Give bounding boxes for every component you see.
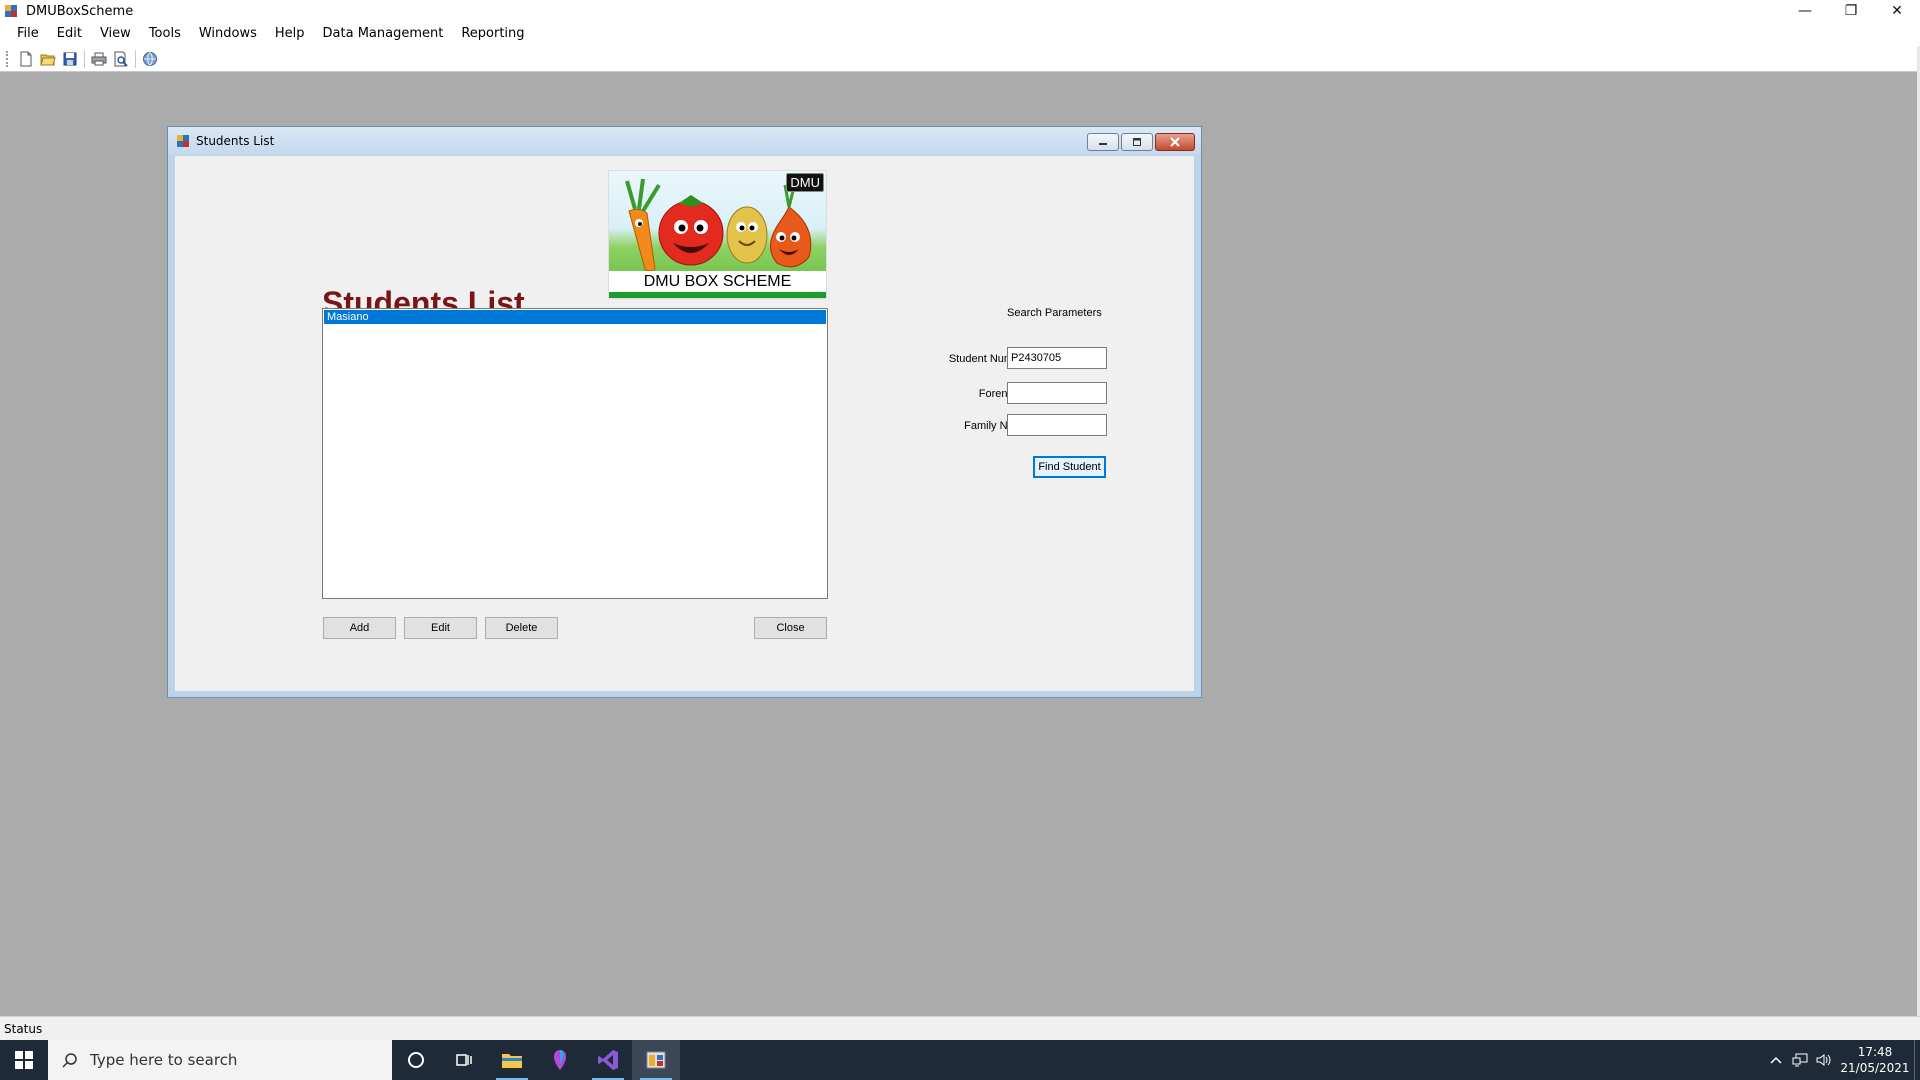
child-minimize-button[interactable] (1087, 133, 1119, 151)
family-name-field[interactable] (1007, 414, 1107, 436)
student-number-field[interactable]: P2430705 (1007, 347, 1107, 369)
search-parameters-heading: Search Parameters (1007, 307, 1102, 319)
status-text: Status (4, 1021, 43, 1036)
menu-reporting[interactable]: Reporting (452, 22, 533, 46)
toolbar-grip[interactable] (6, 50, 9, 67)
menu-edit[interactable]: Edit (48, 22, 91, 46)
close-icon (1170, 137, 1180, 147)
open-icon[interactable] (37, 48, 59, 70)
windows-logo-icon (15, 1051, 33, 1069)
form-icon (176, 134, 190, 148)
app-title: DMUBoxScheme (26, 3, 134, 19)
toolbar (0, 46, 1920, 72)
new-icon[interactable] (15, 48, 37, 70)
menu-file[interactable]: File (8, 22, 48, 46)
print-preview-icon[interactable] (110, 48, 132, 70)
edit-button[interactable]: Edit (404, 617, 477, 639)
show-desktop-button[interactable] (1914, 1040, 1920, 1080)
form-client-area: DMU DMU BOX SCHEME Students List Masiano… (175, 156, 1194, 691)
add-button[interactable]: Add (323, 617, 396, 639)
delete-button[interactable]: Delete (485, 617, 558, 639)
menu-tools[interactable]: Tools (140, 22, 190, 46)
help-icon[interactable] (139, 48, 161, 70)
child-close-button[interactable] (1155, 133, 1195, 151)
windows-taskbar: Type here to search 17:48 21/05/2021 (0, 1040, 1920, 1080)
close-form-button[interactable]: Close (754, 617, 827, 639)
clock-date: 21/05/2021 (1840, 1061, 1910, 1075)
minimize-icon (1099, 143, 1107, 145)
search-placeholder: Type here to search (90, 1051, 238, 1069)
app-title-bar: DMUBoxScheme — ❐ ✕ (0, 0, 1920, 22)
status-bar: Status (0, 1016, 1920, 1040)
system-tray: 17:48 21/05/2021 (1764, 1040, 1920, 1080)
forename-field[interactable] (1007, 382, 1107, 404)
chevron-up-icon[interactable] (1764, 1040, 1788, 1080)
logo-green-stripe (609, 292, 826, 298)
start-button[interactable] (0, 1040, 48, 1080)
maximize-icon (1133, 138, 1141, 146)
child-title-bar[interactable]: Students List (168, 127, 1201, 155)
students-listbox[interactable]: Masiano (322, 308, 828, 599)
dmu-badge: DMU (786, 173, 824, 192)
menu-help[interactable]: Help (266, 22, 314, 46)
volume-icon[interactable] (1812, 1040, 1836, 1080)
minimize-button[interactable]: — (1782, 0, 1828, 22)
toolbar-separator (135, 49, 136, 68)
task-view-icon[interactable] (440, 1040, 488, 1080)
child-maximize-button[interactable] (1121, 133, 1153, 151)
restore-button[interactable]: ❐ (1828, 0, 1874, 22)
clock-time: 17:48 (1857, 1045, 1893, 1059)
menu-view[interactable]: View (91, 22, 140, 46)
network-icon[interactable] (1788, 1040, 1812, 1080)
find-student-button[interactable]: Find Student (1033, 456, 1106, 478)
close-button[interactable]: ✕ (1874, 0, 1920, 22)
menu-bar: File Edit View Tools Windows Help Data M… (0, 22, 1920, 46)
paint-3d-icon[interactable] (536, 1040, 584, 1080)
save-icon[interactable] (59, 48, 81, 70)
app-icon (4, 4, 18, 18)
toolbar-separator (84, 49, 85, 68)
menu-data-management[interactable]: Data Management (314, 22, 453, 46)
dmu-box-scheme-logo: DMU DMU BOX SCHEME (608, 170, 827, 299)
cortana-icon[interactable] (392, 1040, 440, 1080)
list-item[interactable]: Masiano (324, 310, 826, 324)
search-icon (62, 1053, 77, 1068)
taskbar-clock[interactable]: 17:48 21/05/2021 (1836, 1044, 1914, 1076)
visual-studio-icon[interactable] (584, 1040, 632, 1080)
print-icon[interactable] (88, 48, 110, 70)
students-list-window: Students List DMU DMU BOX SCHEME Student… (167, 126, 1202, 698)
menu-windows[interactable]: Windows (190, 22, 266, 46)
child-window-title: Students List (196, 134, 275, 148)
logo-caption: DMU BOX SCHEME (643, 273, 792, 290)
dmuboxscheme-app-icon[interactable] (632, 1040, 680, 1080)
taskbar-search-box[interactable]: Type here to search (48, 1040, 392, 1080)
file-explorer-icon[interactable] (488, 1040, 536, 1080)
